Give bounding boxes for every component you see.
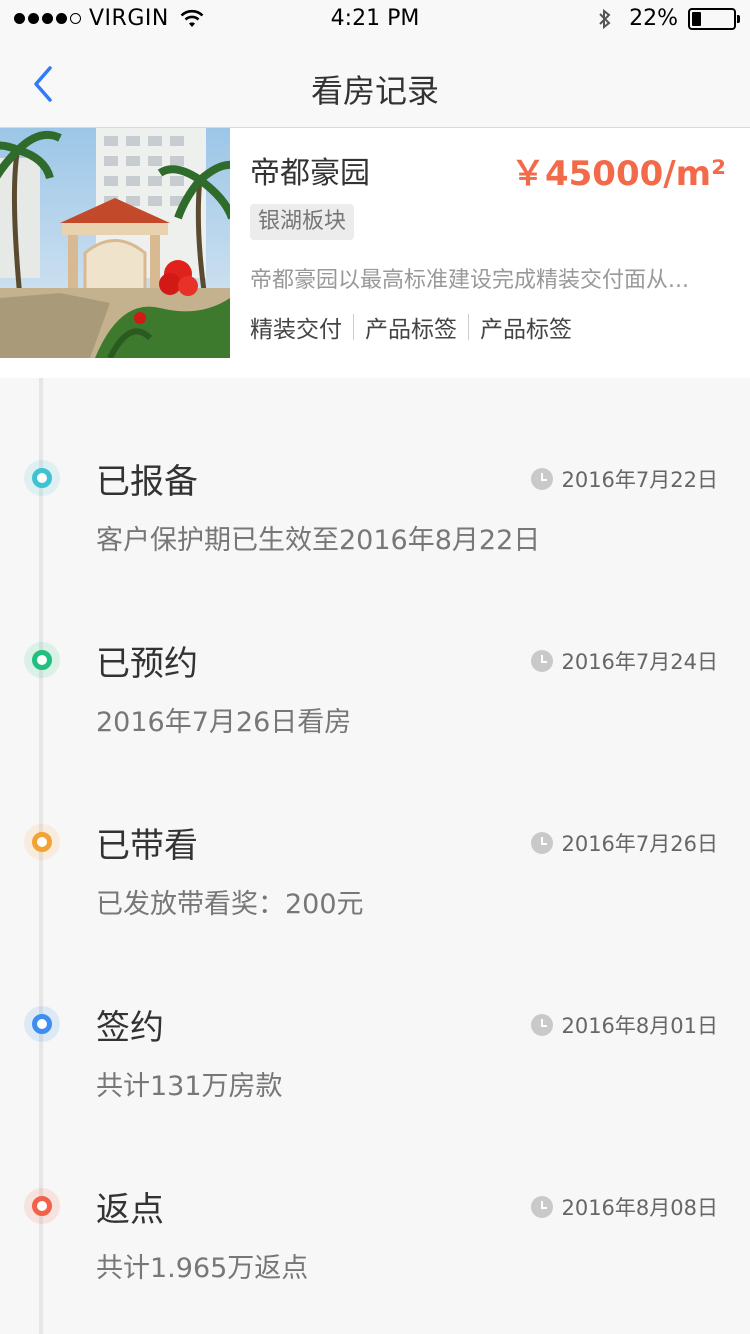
timeline-event-reported: 已报备 2016年7月22日 客户保护期已生效至2016年8月22日: [0, 460, 750, 600]
property-label: 精装交付: [250, 317, 342, 343]
battery-icon: [688, 7, 740, 30]
event-date-text: 2016年7月22日: [561, 468, 718, 492]
clock-icon: [531, 1196, 554, 1218]
event-date: 2016年7月24日: [531, 646, 718, 676]
event-title: 已预约: [96, 644, 198, 684]
status-dot-inner: [32, 832, 52, 852]
event-description: 共计131万房款: [96, 1071, 283, 1102]
status-dot-inner: [32, 1014, 52, 1034]
property-label: 产品标签: [480, 317, 572, 343]
area-tag: 银湖板块: [250, 204, 355, 240]
timeline-event-rebate: 返点 2016年8月08日 共计1.965万返点: [0, 1188, 750, 1328]
event-date-text: 2016年8月08日: [561, 1196, 718, 1220]
event-description: 共计1.965万返点: [96, 1253, 309, 1284]
event-title: 签约: [96, 1008, 164, 1048]
event-date: 2016年7月22日: [531, 464, 718, 494]
timeline-event-signed: 签约 2016年8月01日 共计131万房款: [0, 1006, 750, 1146]
timeline-event-booked: 已预约 2016年7月24日 2016年7月26日看房: [0, 642, 750, 782]
status-dot-inner: [32, 468, 52, 488]
event-date: 2016年8月01日: [531, 1010, 718, 1040]
property-photo-illustration: [0, 128, 230, 358]
event-date-text: 2016年8月01日: [561, 1014, 718, 1038]
timeline-event-visited: 已带看 2016年7月26日 已发放带看奖：200元: [0, 824, 750, 964]
bluetooth-icon: [599, 8, 611, 29]
navigation-bar: 看房记录: [0, 40, 750, 128]
clock-icon: [531, 650, 554, 672]
property-card[interactable]: 帝都豪园 ￥45000/m² 银湖板块 帝都豪园以最高标准建设完成精装交付面从.…: [0, 128, 750, 378]
property-labels: 精装交付 产品标签 产品标签: [250, 310, 572, 344]
event-title: 已报备: [96, 462, 198, 502]
status-dot-inner: [32, 650, 52, 670]
event-date: 2016年8月08日: [531, 1192, 718, 1222]
battery-percent: 22%: [629, 6, 678, 31]
property-description: 帝都豪园以最高标准建设完成精装交付面从...: [250, 268, 689, 293]
clock-icon: [531, 468, 554, 490]
status-dot-icon: [24, 1188, 60, 1224]
progress-timeline: 已报备 2016年7月22日 客户保护期已生效至2016年8月22日 已预约 2…: [0, 378, 750, 1334]
event-description: 已发放带看奖：200元: [96, 889, 364, 920]
status-dot-icon: [24, 642, 60, 678]
event-date-text: 2016年7月24日: [561, 650, 718, 674]
clock-icon: [531, 832, 554, 854]
status-right: 22%: [597, 6, 740, 31]
status-dot-icon: [24, 1006, 60, 1042]
event-description: 客户保护期已生效至2016年8月22日: [96, 525, 541, 556]
property-price: ￥45000/m²: [510, 154, 726, 194]
clock-icon: [531, 1014, 554, 1036]
page-title: 看房记录: [310, 72, 439, 110]
event-title: 已带看: [96, 826, 198, 866]
status-dot-icon: [24, 460, 60, 496]
property-label: 产品标签: [365, 317, 457, 343]
status-bar: VIRGIN 4:21 PM 22%: [0, 0, 750, 40]
event-date-text: 2016年7月26日: [561, 832, 718, 856]
battery-level: [692, 11, 701, 26]
event-title: 返点: [96, 1190, 164, 1230]
label-divider: [468, 314, 469, 340]
property-name: 帝都豪园: [250, 156, 370, 191]
event-description: 2016年7月26日看房: [96, 707, 352, 738]
status-dot-icon: [24, 824, 60, 860]
status-dot-inner: [32, 1196, 52, 1216]
label-divider: [353, 314, 354, 340]
property-image[interactable]: [0, 128, 230, 358]
event-date: 2016年7月26日: [531, 828, 718, 858]
